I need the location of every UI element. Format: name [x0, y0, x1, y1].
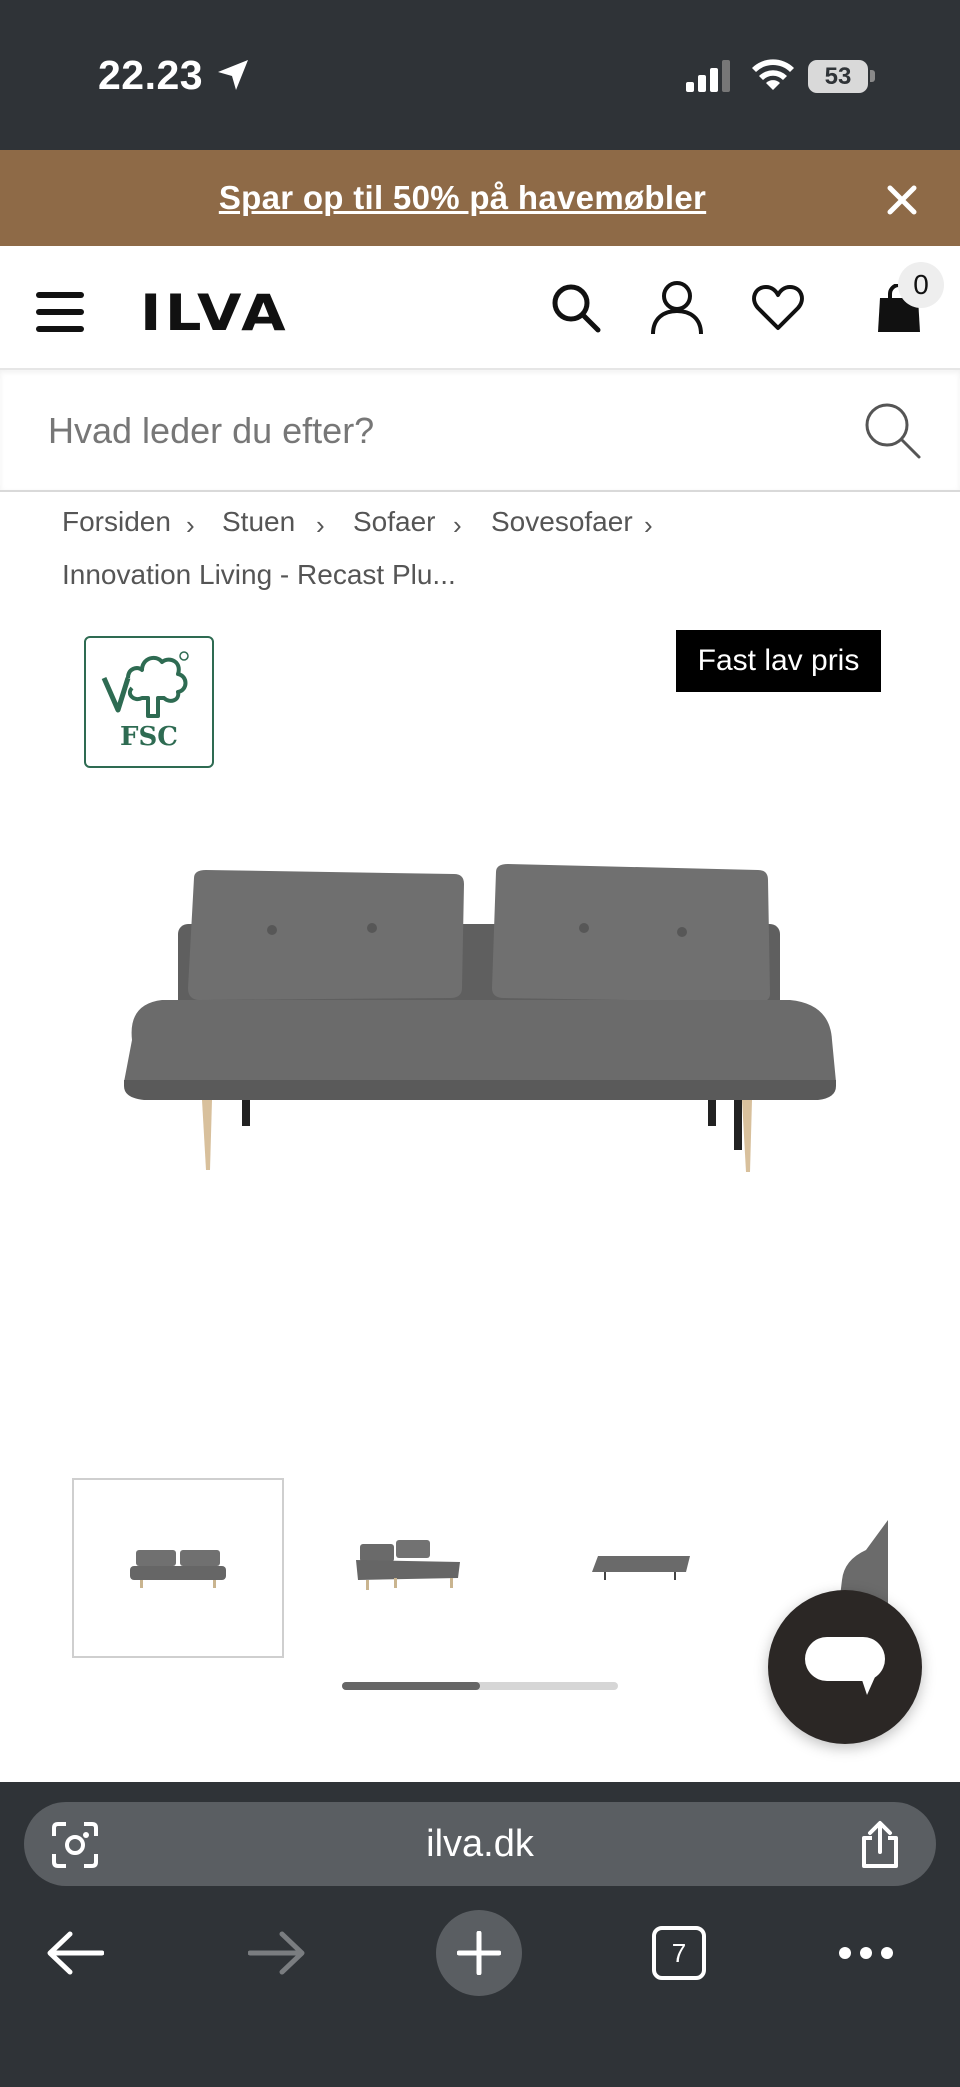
- fsc-label: FSC: [120, 722, 178, 752]
- thumbnail-sofa-bed: [592, 1556, 690, 1580]
- tabs-overview-button[interactable]: 7: [652, 1926, 706, 1980]
- battery-indicator: 53: [808, 60, 868, 93]
- search-input[interactable]: [46, 400, 830, 462]
- breadcrumb-separator: ›: [644, 510, 653, 540]
- gallery-thumbnail[interactable]: [540, 1478, 748, 1654]
- breadcrumb-item-stuen[interactable]: Stuen: [222, 506, 295, 538]
- account-icon[interactable]: [650, 280, 704, 336]
- plus-icon: [457, 1931, 501, 1975]
- breadcrumb-item-current: Innovation Living - Recast Plu...: [62, 559, 456, 590]
- ilva-logo[interactable]: ILVA: [140, 284, 289, 342]
- cart-count-badge: 0: [898, 262, 944, 308]
- wishlist-heart-icon[interactable]: [752, 284, 804, 332]
- battery-tip: [870, 70, 875, 82]
- gallery-thumbnail[interactable]: [72, 1478, 284, 1658]
- thumbnail-sofa-angle: [356, 1540, 460, 1590]
- chat-button[interactable]: [768, 1590, 922, 1744]
- new-tab-button[interactable]: [436, 1910, 522, 1996]
- url-text[interactable]: ilva.dk: [24, 1802, 936, 1886]
- wifi-icon: [752, 59, 794, 90]
- promo-link[interactable]: Spar op til 50% på havemøbler: [0, 150, 925, 246]
- close-icon[interactable]: [882, 180, 922, 220]
- cellular-signal-icon: [686, 60, 730, 92]
- share-icon[interactable]: [858, 1820, 902, 1870]
- search-icon[interactable]: [550, 282, 602, 334]
- fast-low-price-badge: Fast lav pris: [676, 630, 881, 692]
- breadcrumb-separator: ›: [453, 510, 462, 540]
- more-options-icon[interactable]: [838, 1946, 894, 1960]
- chat-bubble-icon: [805, 1637, 885, 1695]
- gallery-thumbnail[interactable]: [310, 1478, 518, 1654]
- forward-arrow-icon[interactable]: [248, 1930, 306, 1976]
- status-time: 22.23: [98, 52, 204, 98]
- thumbnail-sofa-front: [130, 1550, 226, 1588]
- hamburger-menu-icon[interactable]: [36, 292, 86, 332]
- search-submit-icon[interactable]: [862, 400, 922, 460]
- product-image-sofa[interactable]: [110, 860, 850, 1180]
- back-arrow-icon[interactable]: [46, 1930, 104, 1976]
- breadcrumb-item-sofaer[interactable]: Sofaer: [353, 506, 436, 538]
- breadcrumb-separator: ›: [316, 510, 325, 540]
- breadcrumb-item-sovesofaer[interactable]: Sovesofaer: [491, 506, 633, 538]
- fsc-tree-icon: [101, 651, 189, 718]
- location-arrow-icon: [218, 60, 248, 90]
- breadcrumb-separator: ›: [186, 510, 195, 540]
- breadcrumb-item-forsiden[interactable]: Forsiden: [62, 506, 171, 538]
- gallery-scroll-thumb[interactable]: [342, 1682, 480, 1690]
